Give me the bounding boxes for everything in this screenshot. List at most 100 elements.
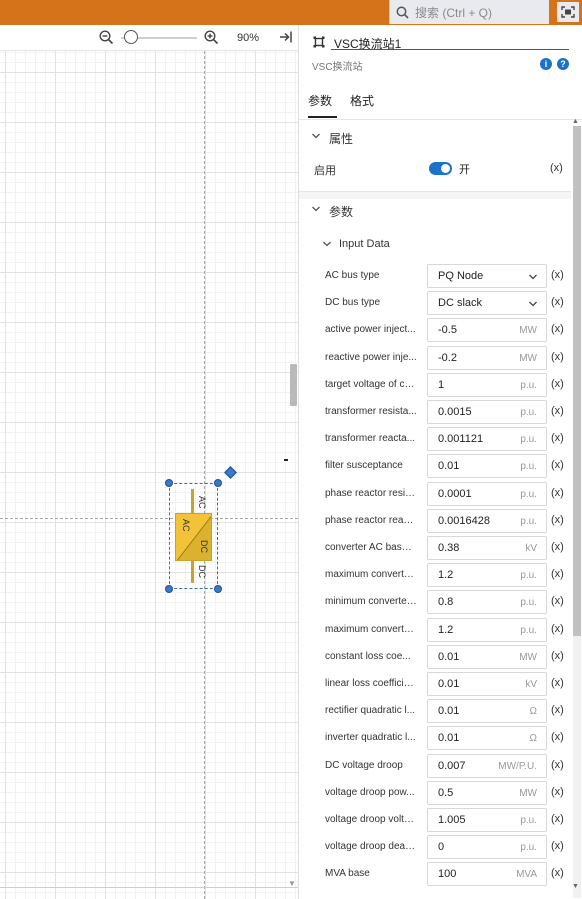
param-unit: MW (519, 325, 537, 337)
param-input[interactable]: 0.01 p.u. (427, 454, 547, 479)
resize-handle-tl[interactable] (165, 479, 173, 487)
resize-handle-br[interactable] (214, 585, 222, 593)
param-input[interactable]: 0.38 kV (427, 536, 547, 560)
diagram-canvas[interactable]: ▼ AC DC AC DC (0, 51, 298, 899)
param-unit: p.u. (520, 407, 537, 418)
param-input[interactable]: 0.8 p.u. (427, 590, 547, 615)
param-row: voltage droop volta... 1.005 p.u. (x) (299, 807, 571, 834)
scroll-down-icon[interactable]: ▼ (572, 883, 579, 890)
param-select[interactable]: DC slack (427, 291, 547, 316)
canvas-bottom-border (0, 887, 298, 888)
param-row: target voltage of co... 1 p.u. (x) (299, 372, 571, 399)
enable-toggle[interactable] (429, 162, 452, 175)
expression-button[interactable]: (x) (551, 296, 564, 308)
param-input[interactable]: 0.01 MW (427, 644, 547, 669)
canvas-scrollbar[interactable] (290, 364, 297, 406)
param-value: DC slack (438, 297, 483, 310)
zoom-in-icon[interactable] (204, 30, 219, 45)
zoom-out-icon[interactable] (99, 30, 114, 45)
param-input[interactable]: 1 p.u. (427, 372, 547, 397)
param-row: transformer resista... 0.0015 p.u. (x) (299, 399, 571, 426)
expression-button[interactable]: (x) (551, 623, 564, 635)
param-unit: p.u. (520, 842, 537, 854)
fullscreen-button[interactable] (557, 2, 579, 22)
param-input[interactable]: 1.2 p.u. (427, 563, 547, 588)
param-value: 0.8 (438, 596, 454, 609)
expression-button[interactable]: (x) (551, 704, 564, 716)
expression-button[interactable]: (x) (551, 487, 564, 499)
attributes-section-header[interactable]: 属性 (299, 127, 569, 147)
expression-button[interactable]: (x) (551, 323, 564, 335)
expression-button[interactable]: (x) (551, 840, 564, 852)
param-input[interactable]: 0.01 kV (427, 672, 547, 696)
vsc-converter-component[interactable]: AC DC AC DC (165, 466, 237, 593)
param-select[interactable]: PQ Node (427, 264, 547, 288)
param-input[interactable]: -0.5 MW (427, 318, 547, 343)
expression-button[interactable]: (x) (551, 867, 564, 879)
param-input[interactable]: 0.0015 p.u. (427, 400, 547, 424)
param-input[interactable]: 0.01 Ω (427, 726, 547, 751)
expression-button[interactable]: (x) (551, 568, 564, 580)
resize-handle-bl[interactable] (165, 585, 173, 593)
attributes-section-title: 属性 (329, 132, 354, 146)
rotate-handle[interactable] (224, 466, 237, 479)
chevron-down-icon (312, 133, 320, 139)
expression-button[interactable]: (x) (551, 541, 564, 553)
param-input[interactable]: 0.001121 p.u. (427, 427, 547, 452)
param-input[interactable]: 100 MVA (427, 862, 547, 887)
param-value: -0.5 (438, 324, 457, 337)
tabs-divider (299, 119, 582, 120)
canvas-scroll-down-icon[interactable]: ▼ (288, 879, 296, 888)
expression-button[interactable]: (x) (551, 650, 564, 662)
expression-button[interactable]: (x) (551, 351, 564, 363)
collapse-panel-icon[interactable] (279, 30, 293, 44)
param-input[interactable]: 1.005 p.u. (427, 808, 547, 832)
panel-scroll-thumb[interactable] (573, 126, 581, 636)
expression-button[interactable]: (x) (551, 514, 564, 526)
zoom-slider-knob[interactable] (124, 30, 138, 44)
expression-button[interactable]: (x) (551, 432, 564, 444)
enable-row: 启用 开 (x) (299, 159, 569, 181)
param-row: converter AC base ... 0.38 kV (x) (299, 535, 571, 562)
expression-button[interactable]: (x) (551, 786, 564, 798)
param-input[interactable]: 1.2 p.u. (427, 617, 547, 642)
param-value: PQ Node (438, 270, 484, 282)
expression-button[interactable]: (x) (551, 378, 564, 390)
param-input[interactable]: 0 p.u. (427, 835, 547, 860)
input-data-header[interactable]: Input Data (299, 235, 569, 255)
enable-expression-button[interactable]: (x) (550, 162, 563, 174)
help-icon[interactable]: ? (557, 58, 569, 70)
expression-button[interactable]: (x) (551, 459, 564, 471)
param-value: 1.2 (438, 623, 454, 636)
param-row: maximum converte... 1.2 p.u. (x) (299, 562, 571, 589)
param-row: transformer reacta... 0.001121 p.u. (x) (299, 426, 571, 453)
enable-label: 启用 (314, 165, 336, 177)
param-row: AC bus type PQ Node (x) (299, 263, 571, 290)
expression-button[interactable]: (x) (551, 759, 564, 771)
search-box[interactable]: 搜索 (Ctrl + Q) (389, 0, 549, 24)
param-value: 0.0016428 (438, 514, 490, 527)
param-label: maximum converte... (325, 623, 417, 635)
tab-format[interactable]: 格式 (350, 92, 374, 109)
info-icon[interactable]: i (540, 58, 552, 70)
dc-terminal-label: DC (197, 565, 207, 578)
expression-button[interactable]: (x) (551, 269, 564, 281)
expression-button[interactable]: (x) (551, 813, 564, 825)
params-section-header[interactable]: 参数 (299, 200, 569, 220)
param-input[interactable]: 0.5 MW (427, 780, 547, 805)
param-input[interactable]: 0.01 Ω (427, 699, 547, 724)
tab-params[interactable]: 参数 (308, 92, 332, 109)
scroll-up-icon[interactable]: ▲ (572, 118, 579, 125)
param-input[interactable]: 0.0001 p.u. (427, 481, 547, 506)
param-input[interactable]: 0.0016428 p.u. (427, 508, 547, 533)
expression-button[interactable]: (x) (551, 405, 564, 417)
search-icon (396, 6, 409, 19)
param-value: 0.001121 (438, 433, 484, 446)
zoom-level[interactable]: 90% (237, 32, 259, 44)
expression-button[interactable]: (x) (551, 677, 564, 689)
param-input[interactable]: -0.2 MW (427, 345, 547, 370)
resize-handle-tr[interactable] (214, 479, 222, 487)
expression-button[interactable]: (x) (551, 595, 564, 607)
expression-button[interactable]: (x) (551, 731, 564, 743)
param-input[interactable]: 0.007 MW/P.U. (427, 753, 547, 778)
